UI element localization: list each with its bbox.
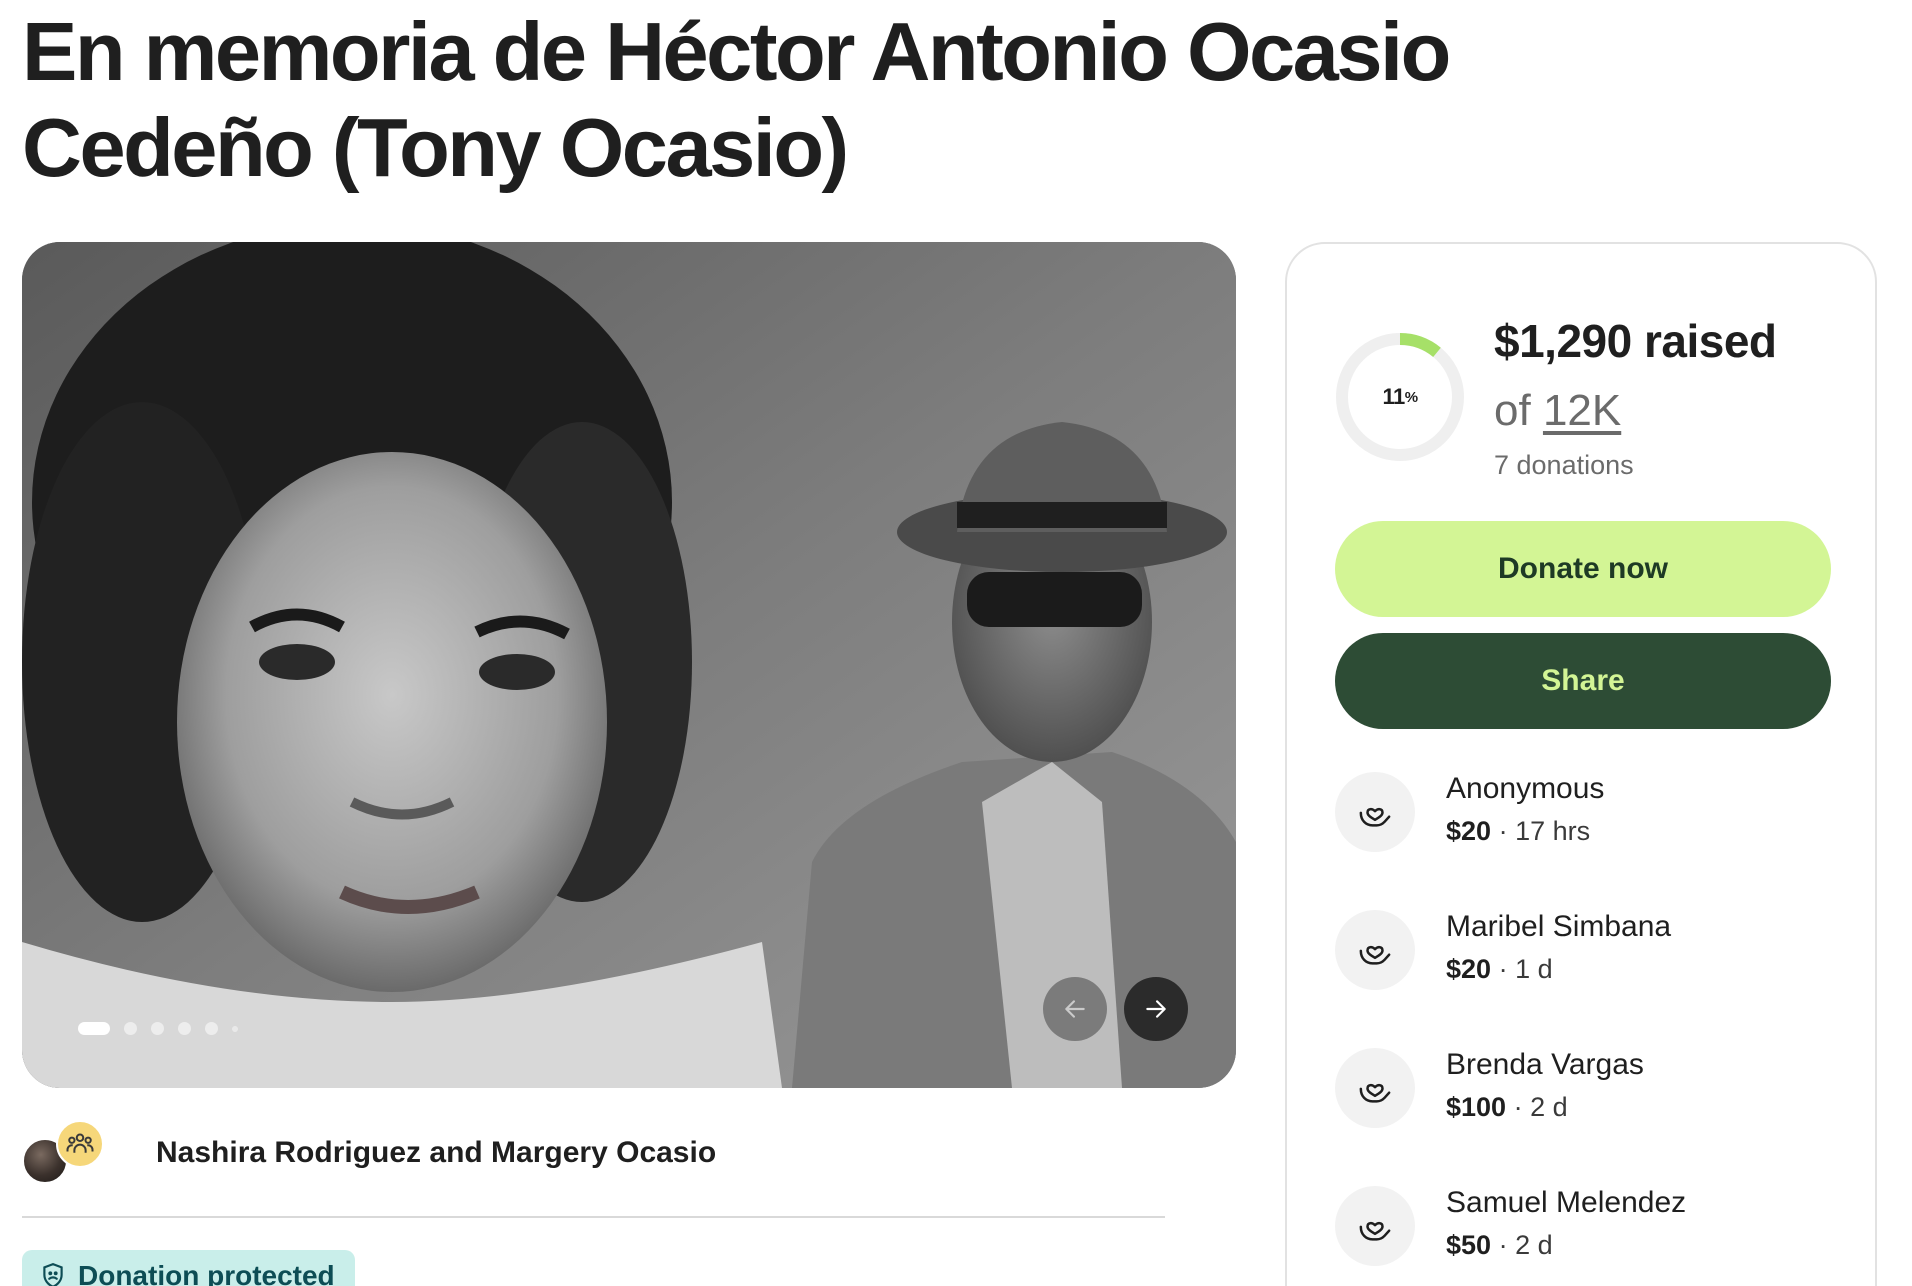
donor-name: Anonymous: [1446, 772, 1605, 805]
carousel-prev-button[interactable]: [1043, 977, 1107, 1041]
recent-donations-list: Anonymous $20 · 17 hrs Maribel Simbana $…: [1335, 764, 1835, 1286]
carousel-dot-active[interactable]: [78, 1022, 110, 1035]
donor-name: Maribel Simbana: [1446, 910, 1672, 943]
amount-raised: $1,290 raised: [1494, 315, 1777, 367]
organizers[interactable]: Nashira Rodriguez and Margery Ocasio: [22, 1118, 716, 1188]
divider: [22, 1216, 1165, 1218]
donation-item: Anonymous $20 · 17 hrs: [1335, 764, 1835, 902]
donate-now-button[interactable]: Donate now: [1335, 521, 1831, 617]
carousel-next-button[interactable]: [1124, 977, 1188, 1041]
donation-item: Brenda Vargas $100 · 2 d: [1335, 1040, 1835, 1178]
arrow-right-icon: [1146, 1000, 1166, 1018]
goal-amount-link[interactable]: 12K: [1543, 386, 1621, 435]
donor-name: Samuel Melendez: [1446, 1186, 1687, 1219]
carousel-dot[interactable]: [178, 1022, 191, 1035]
page-title: En memoria de Héctor Antonio Ocasio Cede…: [22, 5, 1451, 194]
donation-meta: $20 · 17 hrs: [1446, 816, 1591, 846]
donation-count: 7 donations: [1494, 450, 1634, 480]
goal: of 12K: [1494, 386, 1622, 435]
memorial-photo: [22, 242, 1236, 1088]
carousel-dot[interactable]: [151, 1022, 164, 1035]
carousel-dot[interactable]: [205, 1022, 218, 1035]
share-button[interactable]: Share: [1335, 633, 1831, 729]
photo-carousel[interactable]: [22, 242, 1236, 1088]
donation-meta: $100 · 2 d: [1446, 1092, 1568, 1122]
organizer-names[interactable]: Nashira Rodriguez and Margery Ocasio: [156, 1136, 716, 1170]
heart-hand-icon: [1335, 1048, 1415, 1128]
people-group-icon: [56, 1120, 104, 1168]
carousel-pagination: [78, 1022, 238, 1035]
donation-item: Samuel Melendez $50 · 2 d: [1335, 1178, 1835, 1286]
badge-label: Donation protected: [78, 1260, 335, 1286]
donation-meta: $50 · 2 d: [1446, 1230, 1553, 1260]
donor-name: Brenda Vargas: [1446, 1048, 1644, 1081]
donation-card: 11% $1,290 raised of 12K 7 donations Don…: [1285, 242, 1877, 1286]
progress-percent: 11%: [1382, 384, 1418, 409]
organizer-avatars[interactable]: [22, 1118, 112, 1188]
donation-protected-badge[interactable]: Donation protected: [22, 1250, 355, 1286]
shield-icon: [43, 1263, 63, 1286]
donation-meta: $20 · 1 d: [1446, 954, 1553, 984]
heart-hand-icon: [1335, 1186, 1415, 1266]
donation-item: Maribel Simbana $20 · 1 d: [1335, 902, 1835, 1040]
carousel-dot[interactable]: [232, 1025, 238, 1032]
heart-hand-icon: [1335, 772, 1415, 852]
carousel-dot[interactable]: [124, 1022, 137, 1035]
arrow-left-icon: [1065, 1000, 1085, 1018]
heart-hand-icon: [1335, 910, 1415, 990]
